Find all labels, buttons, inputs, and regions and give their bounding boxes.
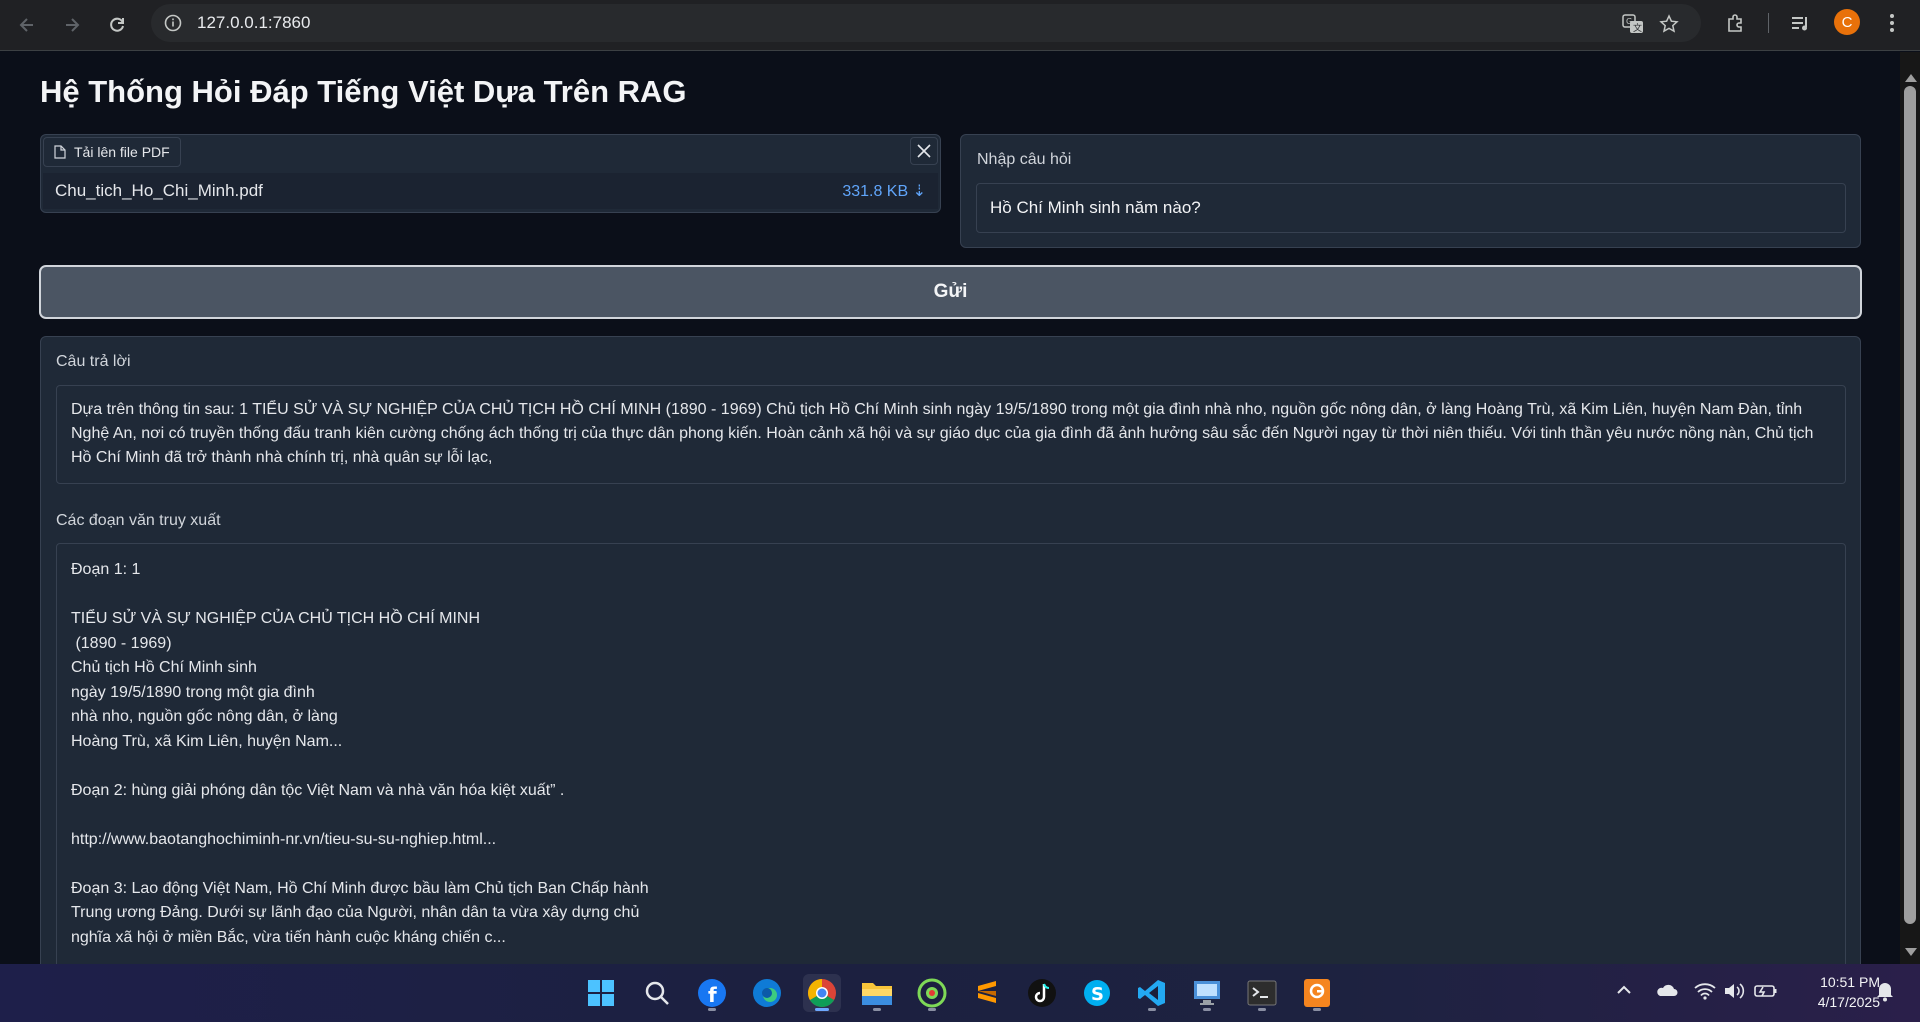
- start-icon[interactable]: [582, 974, 620, 1012]
- scroll-down-icon[interactable]: [1905, 948, 1917, 956]
- tiktok-icon[interactable]: [1023, 974, 1061, 1012]
- reload-icon: [110, 17, 124, 32]
- skype-icon[interactable]: S: [1078, 974, 1116, 1012]
- taskbar: f S 10:51 PM 4/17/2025: [0, 964, 1920, 1022]
- file-icon: [54, 145, 66, 159]
- file-name: Chu_tich_Ho_Chi_Minh.pdf: [55, 181, 263, 200]
- question-label: Nhập câu hỏi: [977, 151, 1072, 168]
- scroll-thumb[interactable]: [1904, 86, 1916, 924]
- bookmark-star-icon[interactable]: [1657, 12, 1681, 36]
- question-panel: Nhập câu hỏi Hồ Chí Minh sinh năm nào?: [960, 134, 1861, 248]
- toolbar-divider: [1768, 13, 1769, 33]
- page-content: Hệ Thống Hỏi Đáp Tiếng Việt Dựa Trên RAG…: [0, 52, 1900, 964]
- forward-arrow-icon: [66, 18, 80, 32]
- results-panel: Câu trả lời Dựa trên thông tin sau: 1 TI…: [40, 336, 1861, 964]
- sublime-icon[interactable]: [968, 974, 1006, 1012]
- answer-label: Câu trả lời: [56, 353, 131, 370]
- profile-avatar[interactable]: C: [1834, 9, 1860, 35]
- url-text[interactable]: 127.0.0.1:7860: [197, 13, 310, 33]
- site-info-icon[interactable]: [161, 11, 185, 35]
- browser-toolbar: 127.0.0.1:7860 文G C: [0, 0, 1920, 51]
- pdf-upload-panel[interactable]: Tải lên file PDF Chu_tich_Ho_Chi_Minh.pd…: [40, 134, 941, 213]
- back-button[interactable]: [10, 8, 44, 42]
- file-explorer-icon[interactable]: [858, 974, 896, 1012]
- clear-file-button[interactable]: [910, 137, 938, 165]
- media-control-icon[interactable]: [1787, 9, 1815, 37]
- answer-textbox[interactable]: Dựa trên thông tin sau: 1 TIỂU SỬ VÀ SỰ …: [56, 385, 1846, 484]
- facebook-icon[interactable]: f: [693, 974, 731, 1012]
- volume-icon[interactable]: [1723, 982, 1745, 1005]
- upload-label-badge: Tải lên file PDF: [43, 137, 181, 167]
- battery-icon[interactable]: [1754, 982, 1778, 1005]
- system-clock[interactable]: 10:51 PM 4/17/2025: [1790, 972, 1880, 1012]
- chrome-icon[interactable]: [803, 974, 841, 1012]
- tray-overflow-icon[interactable]: [1616, 982, 1632, 1000]
- passages-textbox[interactable]: Đoạn 1: 1 TIỂU SỬ VÀ SỰ NGHIỆP CỦA CHỦ T…: [56, 543, 1846, 964]
- send-button[interactable]: Gửi: [39, 265, 1862, 319]
- page-title: Hệ Thống Hỏi Đáp Tiếng Việt Dựa Trên RAG: [40, 74, 687, 109]
- svg-text:G: G: [1626, 17, 1632, 26]
- menu-kebab-icon[interactable]: [1878, 9, 1906, 37]
- vscode-icon[interactable]: [1133, 974, 1171, 1012]
- file-download-link[interactable]: 331.8 KB ⇣: [842, 181, 926, 201]
- wifi-icon[interactable]: [1694, 982, 1716, 1005]
- svg-text:f: f: [708, 983, 717, 1007]
- forward-button[interactable]: [55, 8, 89, 42]
- clock-date: 4/17/2025: [1817, 994, 1880, 1010]
- edge-icon[interactable]: [748, 974, 786, 1012]
- passages-label: Các đoạn văn truy xuất: [56, 512, 221, 529]
- search-icon[interactable]: [638, 974, 676, 1012]
- pdf-app-icon[interactable]: [1298, 974, 1336, 1012]
- translate-icon[interactable]: 文G: [1621, 12, 1645, 36]
- close-icon: [917, 144, 931, 158]
- svg-text:文: 文: [1633, 22, 1642, 34]
- remote-desktop-icon[interactable]: [1188, 974, 1226, 1012]
- reload-button[interactable]: [100, 8, 134, 42]
- notification-bell-icon[interactable]: [1875, 980, 1895, 1007]
- uploaded-file-row: Chu_tich_Ho_Chi_Minh.pdf 331.8 KB ⇣: [43, 173, 938, 209]
- onedrive-icon[interactable]: [1654, 982, 1678, 1003]
- page-scrollbar[interactable]: [1900, 52, 1920, 964]
- extensions-icon[interactable]: [1722, 9, 1750, 37]
- scroll-up-icon[interactable]: [1905, 74, 1917, 82]
- clock-time: 10:51 PM: [1820, 974, 1880, 990]
- question-value[interactable]: Hồ Chí Minh sinh năm nào?: [990, 198, 1201, 218]
- terminal-icon[interactable]: [1243, 974, 1281, 1012]
- coccoc-icon[interactable]: [913, 974, 951, 1012]
- address-bar[interactable]: 127.0.0.1:7860 文G: [151, 4, 1701, 42]
- back-arrow-icon: [19, 18, 33, 32]
- upload-label: Tải lên file PDF: [74, 144, 170, 160]
- question-input[interactable]: Hồ Chí Minh sinh năm nào?: [976, 183, 1846, 233]
- svg-text:S: S: [1091, 984, 1104, 1005]
